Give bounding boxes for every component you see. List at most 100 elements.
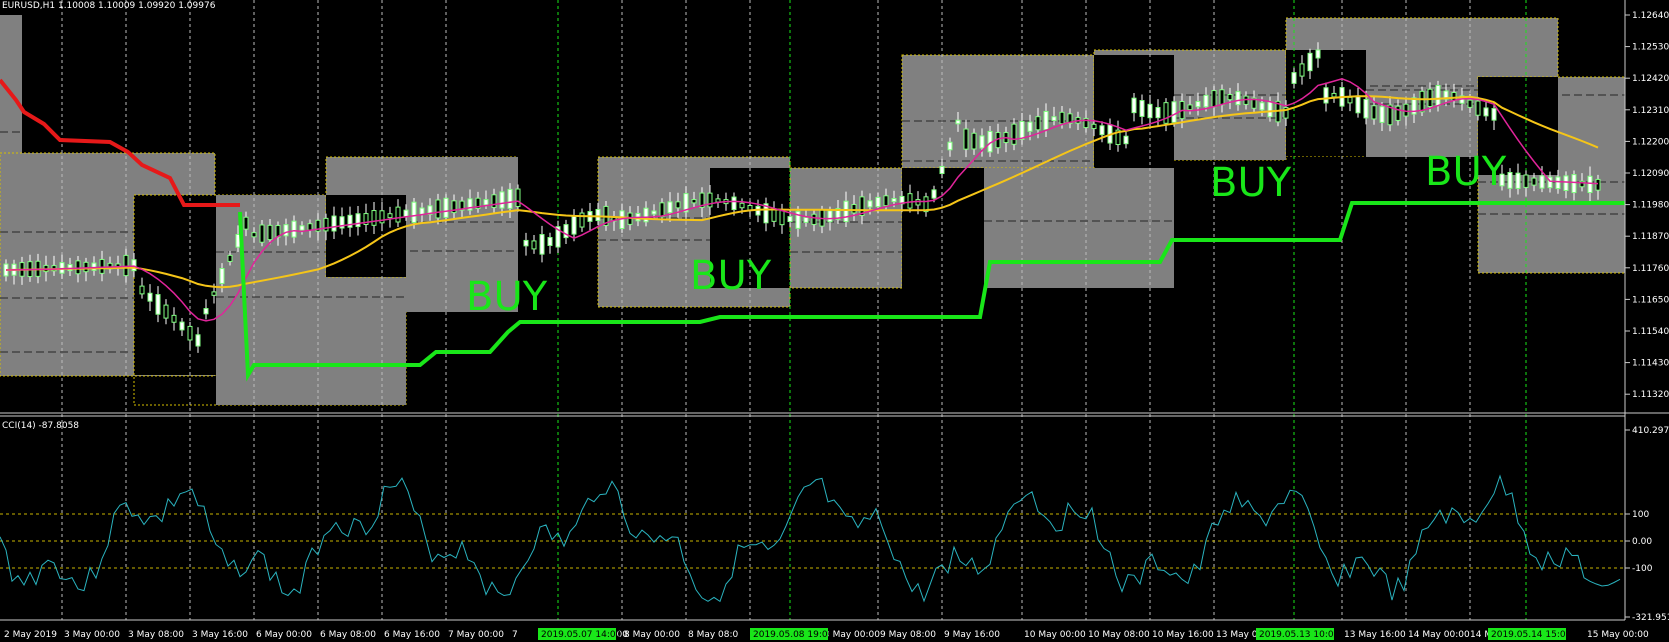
- candle-body: [387, 213, 393, 219]
- candle-body: [1315, 49, 1321, 59]
- candle-body: [1571, 174, 1577, 194]
- candle-body: [515, 188, 521, 207]
- candle-body: [483, 199, 489, 206]
- candle-body: [227, 254, 233, 262]
- price-tick-label: 1.11980: [1632, 201, 1669, 211]
- candle-body: [1123, 135, 1129, 145]
- candle-body: [1131, 97, 1137, 114]
- candle-body: [1259, 102, 1265, 111]
- candle-body: [691, 199, 697, 204]
- time-highlight-label: 2019.05.08 19:00: [753, 630, 834, 640]
- candle-body: [867, 200, 873, 208]
- candle-body: [651, 210, 657, 215]
- buy-signal: BUY: [1210, 160, 1292, 206]
- trading-chart[interactable]: BUY BUY BUY BUY 1.126401.125301.124201.1…: [0, 0, 1669, 642]
- buy-signal: BUY: [1425, 149, 1507, 195]
- candle-body: [1139, 100, 1145, 117]
- time-label: 8 May 00:00: [624, 630, 680, 640]
- candle-body: [1539, 175, 1545, 189]
- price-tick-label: 1.12640: [1632, 11, 1669, 21]
- candle-body: [139, 285, 145, 295]
- candle-body: [1211, 90, 1217, 108]
- time-label: 6 May 16:00: [384, 630, 440, 640]
- price-tick-label: 1.11430: [1632, 359, 1669, 369]
- candle-body: [531, 240, 537, 250]
- candle-body: [259, 224, 265, 243]
- candle-body: [1403, 103, 1409, 117]
- cci-tick-label: 100: [1632, 510, 1649, 520]
- time-label: 3 May 00:00: [64, 630, 120, 640]
- time-label: 10 May 08:00: [1088, 630, 1150, 640]
- candle-body: [299, 225, 305, 231]
- time-label: 14 May 00:00: [1408, 630, 1470, 640]
- candle-body: [1515, 172, 1521, 189]
- candle-body: [403, 209, 409, 218]
- time-axis: 2 May 2019 3 May 00:00 3 May 08:00 3 May 16…: [4, 628, 1649, 640]
- candle-body: [147, 292, 153, 302]
- candle-body: [1491, 108, 1497, 121]
- candle-body: [523, 239, 529, 247]
- candle-body: [915, 199, 921, 206]
- candle-body: [1059, 111, 1065, 125]
- candle-body: [1307, 52, 1313, 72]
- time-label: 15 May 00:00: [1587, 630, 1649, 640]
- candle-body: [731, 196, 737, 211]
- time-highlight-label: 2019.05.13 10:00: [1259, 630, 1340, 640]
- candle-body: [179, 321, 185, 331]
- candle-body: [1219, 89, 1225, 106]
- candle-body: [739, 202, 745, 209]
- candle-body: [1187, 104, 1193, 111]
- time-label: 6 May 08:00: [320, 630, 376, 640]
- candle-body: [1195, 101, 1201, 108]
- candle-body: [507, 188, 513, 209]
- candle-body: [931, 189, 937, 199]
- candle-body: [171, 314, 177, 323]
- candle-body: [771, 209, 777, 222]
- candle-body: [1299, 63, 1305, 77]
- time-label: 10 May 16:00: [1152, 630, 1214, 640]
- candle-body: [307, 223, 313, 231]
- candle-body: [1427, 88, 1433, 107]
- candle-body: [1371, 105, 1377, 120]
- candle-body: [827, 210, 833, 223]
- candle-body: [1051, 116, 1057, 122]
- candle-body: [963, 128, 969, 150]
- candle-body: [1331, 92, 1337, 98]
- candle-body: [443, 197, 449, 218]
- candle-body: [1507, 172, 1513, 189]
- candle-body: [787, 216, 793, 223]
- candle-body: [1363, 98, 1369, 119]
- candle-body: [419, 207, 425, 215]
- candle-body: [163, 304, 169, 319]
- cci-line: [0, 474, 1621, 603]
- buy-signal: BUY: [690, 253, 772, 299]
- candle-body: [1451, 91, 1457, 102]
- candle-body: [1267, 101, 1273, 118]
- price-tick-label: 1.11650: [1632, 295, 1669, 305]
- candle-body: [659, 202, 665, 218]
- time-highlight-label: 2019.05.07 14:00: [541, 630, 622, 640]
- time-label: 8 May 08:0: [688, 630, 739, 640]
- candle-body: [803, 217, 809, 223]
- candle-body: [907, 193, 913, 209]
- time-label: 10 May 00:00: [1024, 630, 1086, 640]
- time-highlight-label: 2019.05.14 15:00: [1491, 630, 1572, 640]
- candle-body: [155, 294, 161, 315]
- candle-body: [1027, 121, 1033, 132]
- price-tick-label: 1.12090: [1632, 169, 1669, 179]
- time-label: 6 May 00:00: [256, 630, 312, 640]
- candle-body: [875, 196, 881, 208]
- candle-body: [675, 201, 681, 209]
- candle-body: [411, 201, 417, 223]
- price-tick-label: 1.12200: [1632, 137, 1669, 147]
- candle-body: [1035, 116, 1041, 131]
- candle-body: [283, 224, 289, 237]
- time-label: 7: [512, 630, 518, 640]
- candle-body: [547, 237, 553, 246]
- candle-body: [1043, 110, 1049, 130]
- candle-body: [1435, 84, 1441, 107]
- candle-body: [243, 216, 249, 230]
- candle-body: [395, 206, 401, 223]
- price-tick-label: 1.12310: [1632, 106, 1669, 116]
- candle-body: [131, 259, 137, 272]
